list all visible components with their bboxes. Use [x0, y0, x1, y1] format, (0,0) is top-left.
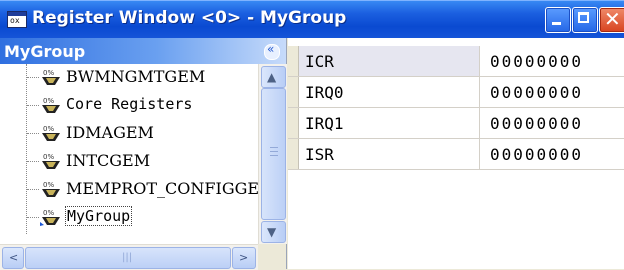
vertical-scroll-thumb[interactable]	[261, 88, 286, 220]
register-name-cell[interactable]: ISR	[299, 139, 480, 169]
chevron-up-icon: ▲	[267, 70, 277, 84]
register-name-cell[interactable]: ICR	[299, 46, 480, 76]
tree-branch-line	[27, 189, 39, 190]
tree-item-label: MEMPROT_CONFIGGEM	[66, 179, 258, 198]
register-group-icon: 0%	[42, 181, 60, 197]
tree-branch-line	[27, 217, 39, 218]
register-group-icon: 0%	[42, 153, 60, 169]
scroll-grip-icon: |||	[122, 252, 133, 263]
register-group-icon: 0%	[42, 125, 60, 141]
register-value: 00000000	[490, 145, 584, 164]
scroll-down-button[interactable]: ▼	[261, 221, 286, 243]
row-handle[interactable]	[288, 77, 299, 107]
row-handle[interactable]	[288, 139, 299, 169]
register-value: 00000000	[490, 83, 584, 102]
maximize-icon	[578, 12, 589, 23]
register-name: ICR	[305, 52, 334, 71]
scroll-left-button[interactable]: <	[2, 247, 24, 269]
tree-item-core-registers[interactable]: 0% Core Registers	[0, 92, 258, 118]
tree-item-intcgem[interactable]: 0% INTCGEM	[0, 148, 258, 174]
close-button[interactable]: ✕	[599, 7, 624, 33]
chevron-left-icon: <	[9, 251, 19, 264]
register-value: 00000000	[490, 114, 584, 133]
group-header[interactable]: MyGroup «	[0, 38, 286, 64]
app-icon-text: ox	[10, 16, 20, 25]
tree-item-label-selected: MyGroup	[65, 206, 133, 226]
register-value-cell[interactable]: 00000000	[480, 139, 624, 169]
row-handle[interactable]	[288, 46, 299, 76]
tree-vertical-scrollbar[interactable]: ▲ ▼	[258, 64, 287, 244]
tree-branch-line	[27, 77, 39, 78]
chevron-right-icon: >	[239, 251, 249, 264]
register-grid: ICR 00000000 IRQ0 00000000 IRQ1 00000000…	[288, 38, 624, 269]
register-row[interactable]: ICR 00000000	[288, 46, 624, 77]
tree-item-memprot-configgem[interactable]: 0% MEMPROT_CONFIGGEM	[0, 176, 258, 202]
tree-item-label: BWMNGMTGEM	[66, 67, 206, 86]
group-tree: 0% BWMNGMTGEM 0% Core Registers 0% IDMAG…	[0, 64, 258, 244]
register-value: 00000000	[490, 52, 584, 71]
register-row[interactable]: IRQ0 00000000	[288, 77, 624, 108]
register-value-cell[interactable]: 00000000	[480, 108, 624, 138]
register-name-cell[interactable]: IRQ1	[299, 108, 480, 138]
collapse-icon: «	[267, 42, 275, 56]
register-row[interactable]: ISR 00000000	[288, 139, 624, 170]
register-group-icon: 0%	[42, 69, 60, 85]
group-tree-pane: MyGroup « 0% BWMNGMTGEM 0% Core Register…	[0, 38, 287, 270]
register-name-cell[interactable]: IRQ0	[299, 77, 480, 107]
scroll-right-button[interactable]: >	[232, 247, 256, 269]
register-name: ISR	[305, 145, 334, 164]
tree-branch-line	[27, 133, 39, 134]
tree-item-label: Core Registers	[66, 95, 193, 113]
tree-item-bwmngmtgem[interactable]: 0% BWMNGMTGEM	[0, 64, 258, 90]
minimize-button[interactable]	[545, 7, 571, 33]
svg-text:0%: 0%	[43, 153, 54, 161]
svg-text:0%: 0%	[43, 209, 54, 217]
app-icon[interactable]: ox	[7, 11, 27, 28]
svg-text:0%: 0%	[43, 181, 54, 189]
minimize-icon	[552, 22, 561, 25]
svg-text:0%: 0%	[43, 69, 54, 77]
register-row[interactable]: IRQ1 00000000	[288, 108, 624, 139]
tree-item-idmagem[interactable]: 0% IDMAGEM	[0, 120, 258, 146]
register-value-cell[interactable]: 00000000	[480, 46, 624, 76]
tree-branch-line	[27, 105, 39, 106]
window-title: Register Window <0> - MyGroup	[32, 8, 347, 28]
chevron-down-icon: ▼	[267, 225, 277, 239]
horizontal-scroll-thumb[interactable]: |||	[25, 247, 231, 269]
title-bar[interactable]: ox Register Window <0> - MyGroup ✕	[0, 0, 624, 38]
tree-horizontal-scrollbar[interactable]: < ||| >	[0, 244, 258, 270]
collapse-button[interactable]: «	[264, 42, 280, 60]
scroll-up-button[interactable]: ▲	[261, 66, 286, 88]
scrollbar-corner	[258, 244, 286, 269]
register-value-cell[interactable]: 00000000	[480, 77, 624, 107]
svg-text:0%: 0%	[43, 97, 54, 105]
close-icon: ✕	[604, 7, 621, 31]
register-name: IRQ1	[305, 114, 344, 133]
tree-item-mygroup[interactable]: 0% MyGroup	[0, 204, 258, 230]
row-handle[interactable]	[288, 108, 299, 138]
register-window: ox Register Window <0> - MyGroup ✕ MyGro…	[0, 0, 624, 270]
tree-item-label: IDMAGEM	[66, 123, 154, 142]
maximize-button[interactable]	[572, 7, 598, 33]
tree-branch-line	[27, 161, 39, 162]
register-group-icon: 0%	[42, 97, 60, 113]
tree-item-label: INTCGEM	[66, 151, 151, 170]
group-header-label: MyGroup	[4, 42, 86, 61]
register-name: IRQ0	[305, 83, 344, 102]
register-group-icon: 0%	[40, 209, 60, 226]
svg-text:0%: 0%	[43, 125, 54, 133]
